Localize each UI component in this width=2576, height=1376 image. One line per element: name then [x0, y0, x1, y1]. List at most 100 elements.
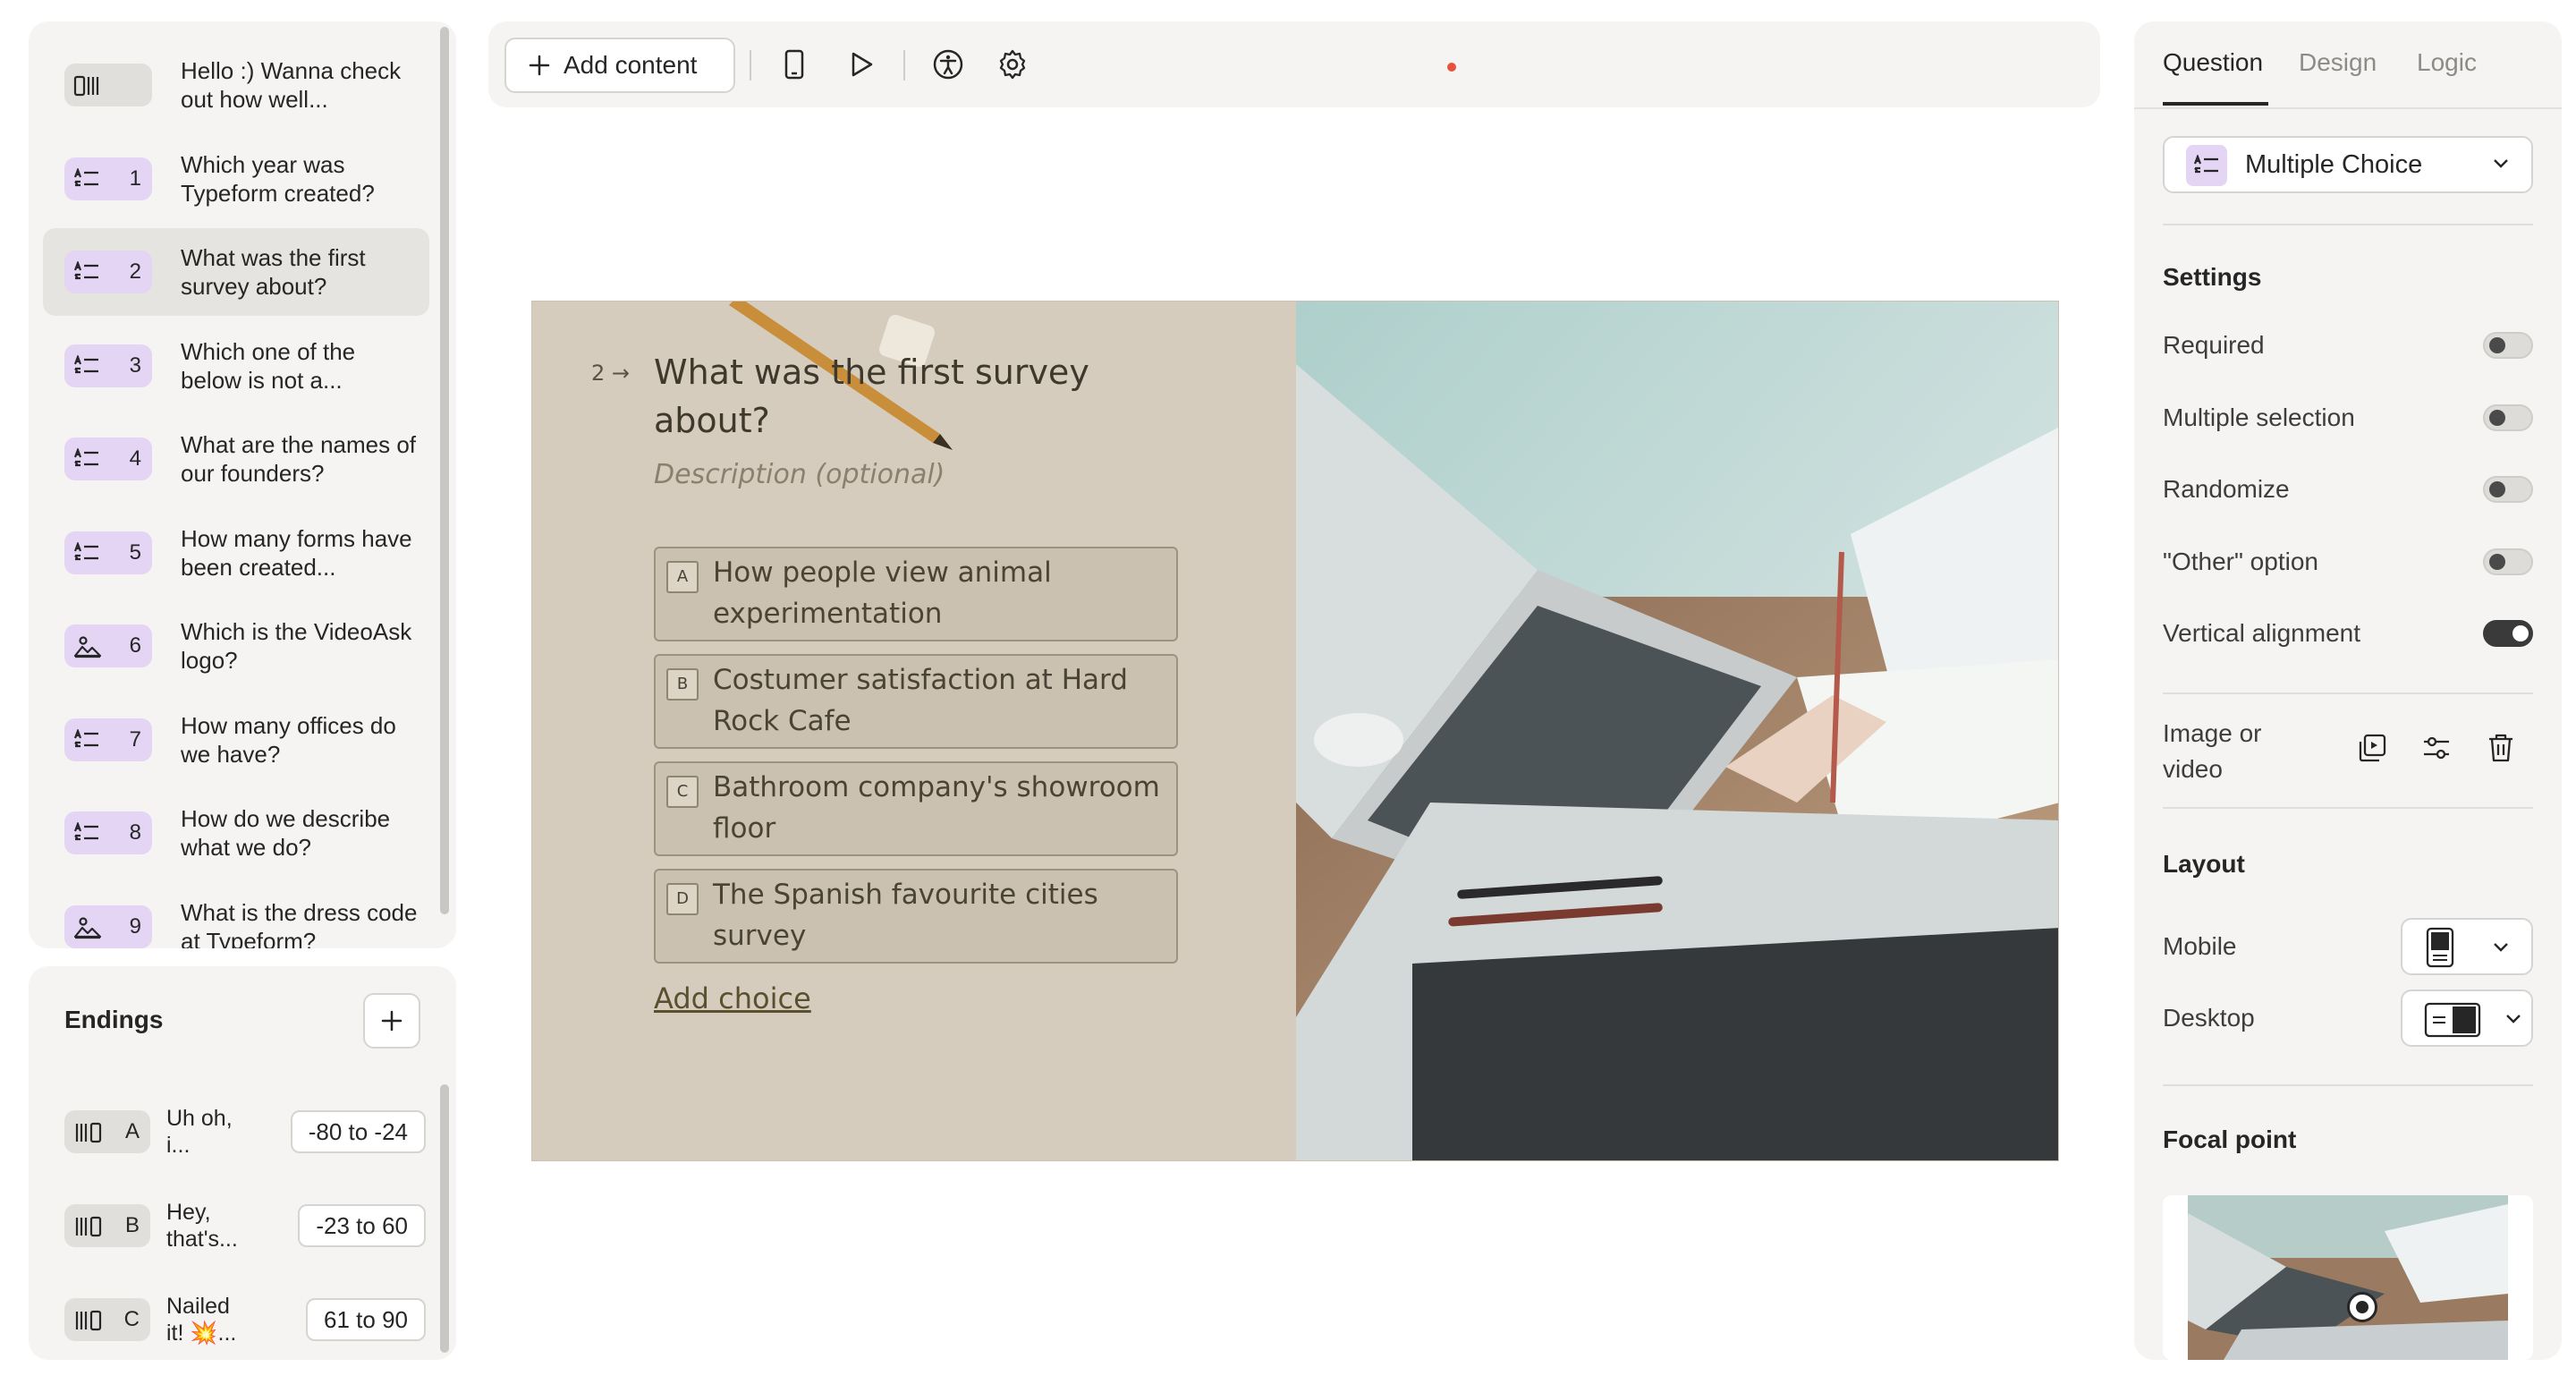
ending-label: Nailed it! 💥...	[166, 1294, 237, 1346]
desktop-layout-dropdown[interactable]	[2401, 990, 2533, 1047]
focal-point-picker[interactable]	[2163, 1195, 2533, 1360]
divider	[2163, 1084, 2533, 1086]
choice-key: D	[666, 883, 699, 915]
setting-toggle-3[interactable]	[2483, 548, 2533, 575]
ending-item-a[interactable]: A Uh oh, i... -80 to -24	[50, 1091, 426, 1172]
choice-option-d[interactable]: D The Spanish favourite cities survey	[654, 869, 1178, 964]
ending-badge: C	[64, 1298, 150, 1341]
question-type-dropdown[interactable]: Multiple Choice	[2163, 136, 2533, 193]
ending-key: C	[123, 1307, 140, 1331]
question-number: 1	[129, 166, 141, 191]
choice-label[interactable]: Bathroom company's showroom floor	[713, 767, 1160, 849]
question-list-item-9[interactable]: 9 What is the dress code at Typeform?	[43, 883, 429, 948]
question-list-item-6[interactable]: 6 Which is the VideoAsk logo?	[43, 602, 429, 690]
layout-mobile-label: Mobile	[2163, 932, 2237, 960]
endings-title: Endings	[64, 1006, 164, 1033]
question-list-label: How many offices do we have?	[181, 711, 396, 768]
setting-toggle-0[interactable]	[2483, 332, 2533, 359]
choice-key: B	[666, 668, 699, 701]
add-content-button[interactable]: Add content	[504, 38, 735, 93]
question-type-badge: 8	[64, 811, 152, 854]
chevron-down-icon	[2494, 943, 2508, 952]
settings-gear-icon[interactable]	[995, 47, 1030, 82]
setting-label: "Other" option	[2163, 547, 2318, 575]
play-preview-icon[interactable]	[843, 47, 878, 82]
choice-option-c[interactable]: C Bathroom company's showroom floor	[654, 761, 1178, 856]
focal-point-thumbnail	[2188, 1195, 2508, 1360]
questions-panel: Hello :) Wanna check out how well... 1 Whi…	[29, 21, 456, 948]
layout-title: Layout	[2163, 850, 2245, 878]
question-list-item-7[interactable]: 7 How many offices do we have?	[43, 696, 429, 784]
layout-desktop-label: Desktop	[2163, 1004, 2255, 1032]
setting-toggle-4[interactable]	[2483, 620, 2533, 647]
score-range-badge[interactable]: -80 to -24	[290, 1110, 426, 1153]
question-list-label: What are the names of our founders?	[181, 431, 417, 487]
question-list-scrollbar[interactable]	[440, 27, 449, 914]
choice-key: A	[666, 561, 699, 593]
replace-media-icon[interactable]	[2354, 730, 2390, 766]
question-list-item-1[interactable]: 1 Which year was Typeform created?	[43, 135, 429, 223]
ending-badge: A	[64, 1110, 150, 1153]
question-number: 6	[129, 633, 141, 658]
question-image	[1296, 302, 2058, 1160]
choice-label[interactable]: The Spanish favourite cities survey	[713, 874, 1160, 956]
setting-toggle-1[interactable]	[2483, 403, 2533, 431]
toolbar: Add content	[488, 21, 2100, 107]
question-number: 2	[129, 259, 141, 284]
toggle-knob	[2489, 337, 2505, 353]
question-list-label: How many forms have been created...	[181, 524, 412, 581]
setting-label: Vertical alignment	[2163, 619, 2361, 647]
ending-item-b[interactable]: B Hey, that's... -23 to 60	[50, 1185, 426, 1266]
question-list-label: Hello :) Wanna check out how well...	[181, 57, 402, 113]
toggle-knob	[2489, 481, 2505, 497]
setting-toggle-2[interactable]	[2483, 476, 2533, 503]
score-range-badge[interactable]: -23 to 60	[298, 1204, 426, 1247]
ending-item-c[interactable]: C Nailed it! 💥... 61 to 90	[50, 1279, 426, 1360]
mobile-layout-dropdown[interactable]	[2401, 918, 2533, 975]
tab-question[interactable]: Question	[2163, 48, 2263, 77]
question-list-item-welcome[interactable]: Hello :) Wanna check out how well...	[43, 41, 429, 129]
endings-scrollbar[interactable]	[440, 1084, 449, 1353]
question-list-item-4[interactable]: 4 What are the names of our founders?	[43, 415, 429, 503]
toggle-knob	[2489, 409, 2505, 426]
ending-label: Uh oh, i...	[166, 1106, 233, 1158]
question-type-badge: 5	[64, 531, 152, 574]
question-list-label: Which year was Typeform created?	[181, 150, 375, 207]
mobile-preview-icon[interactable]	[776, 47, 812, 82]
plus-icon	[529, 55, 550, 76]
choice-option-b[interactable]: B Costumer satisfaction at Hard Rock Cafe	[654, 654, 1178, 749]
question-number: 2 →	[591, 361, 631, 386]
question-type-badge	[64, 64, 152, 106]
trash-icon[interactable]	[2483, 730, 2519, 766]
choice-label[interactable]: Costumer satisfaction at Hard Rock Cafe	[713, 659, 1160, 742]
tab-design[interactable]: Design	[2299, 48, 2377, 77]
question-type-label: Multiple Choice	[2245, 150, 2423, 179]
setting-label: Multiple selection	[2163, 403, 2355, 431]
question-list-label: Which is the VideoAsk logo?	[181, 618, 412, 674]
ending-key: B	[124, 1213, 140, 1237]
choice-label[interactable]: How people view animal experimentation	[713, 552, 1160, 634]
question-list-item-3[interactable]: 3 Which one of the below is not a...	[43, 322, 429, 410]
question-description-input[interactable]: Description (optional)	[654, 459, 945, 490]
toggle-knob	[2489, 553, 2505, 570]
question-number: 4	[129, 446, 141, 471]
question-type-badge: 1	[64, 157, 152, 200]
question-list-label: What was the first survey about?	[181, 244, 366, 300]
add-choice-link[interactable]: Add choice	[654, 981, 811, 1015]
question-list-item-5[interactable]: 5 How many forms have been created...	[43, 509, 429, 597]
accessibility-icon[interactable]	[930, 47, 966, 82]
divider	[2163, 224, 2533, 225]
question-title[interactable]: What was the first survey about?	[654, 348, 1155, 445]
focal-point-marker[interactable]	[2347, 1292, 2377, 1322]
adjust-sliders-icon[interactable]	[2419, 730, 2454, 766]
score-range-badge[interactable]: 61 to 90	[306, 1298, 426, 1341]
question-list-item-8[interactable]: 8 How do we describe what we do?	[43, 789, 429, 877]
choice-option-a[interactable]: A How people view animal experimentation	[654, 547, 1178, 641]
question-list-item-2[interactable]: 2 What was the first survey about?	[43, 228, 429, 316]
desktop-layout-icon	[2424, 1002, 2481, 1038]
question-type-badge: 7	[64, 718, 152, 761]
add-ending-button[interactable]	[363, 993, 420, 1049]
setting-label: Required	[2163, 331, 2265, 359]
tab-logic[interactable]: Logic	[2417, 48, 2477, 77]
question-preview-canvas: 2 → What was the first survey about? Des…	[531, 301, 2059, 1161]
